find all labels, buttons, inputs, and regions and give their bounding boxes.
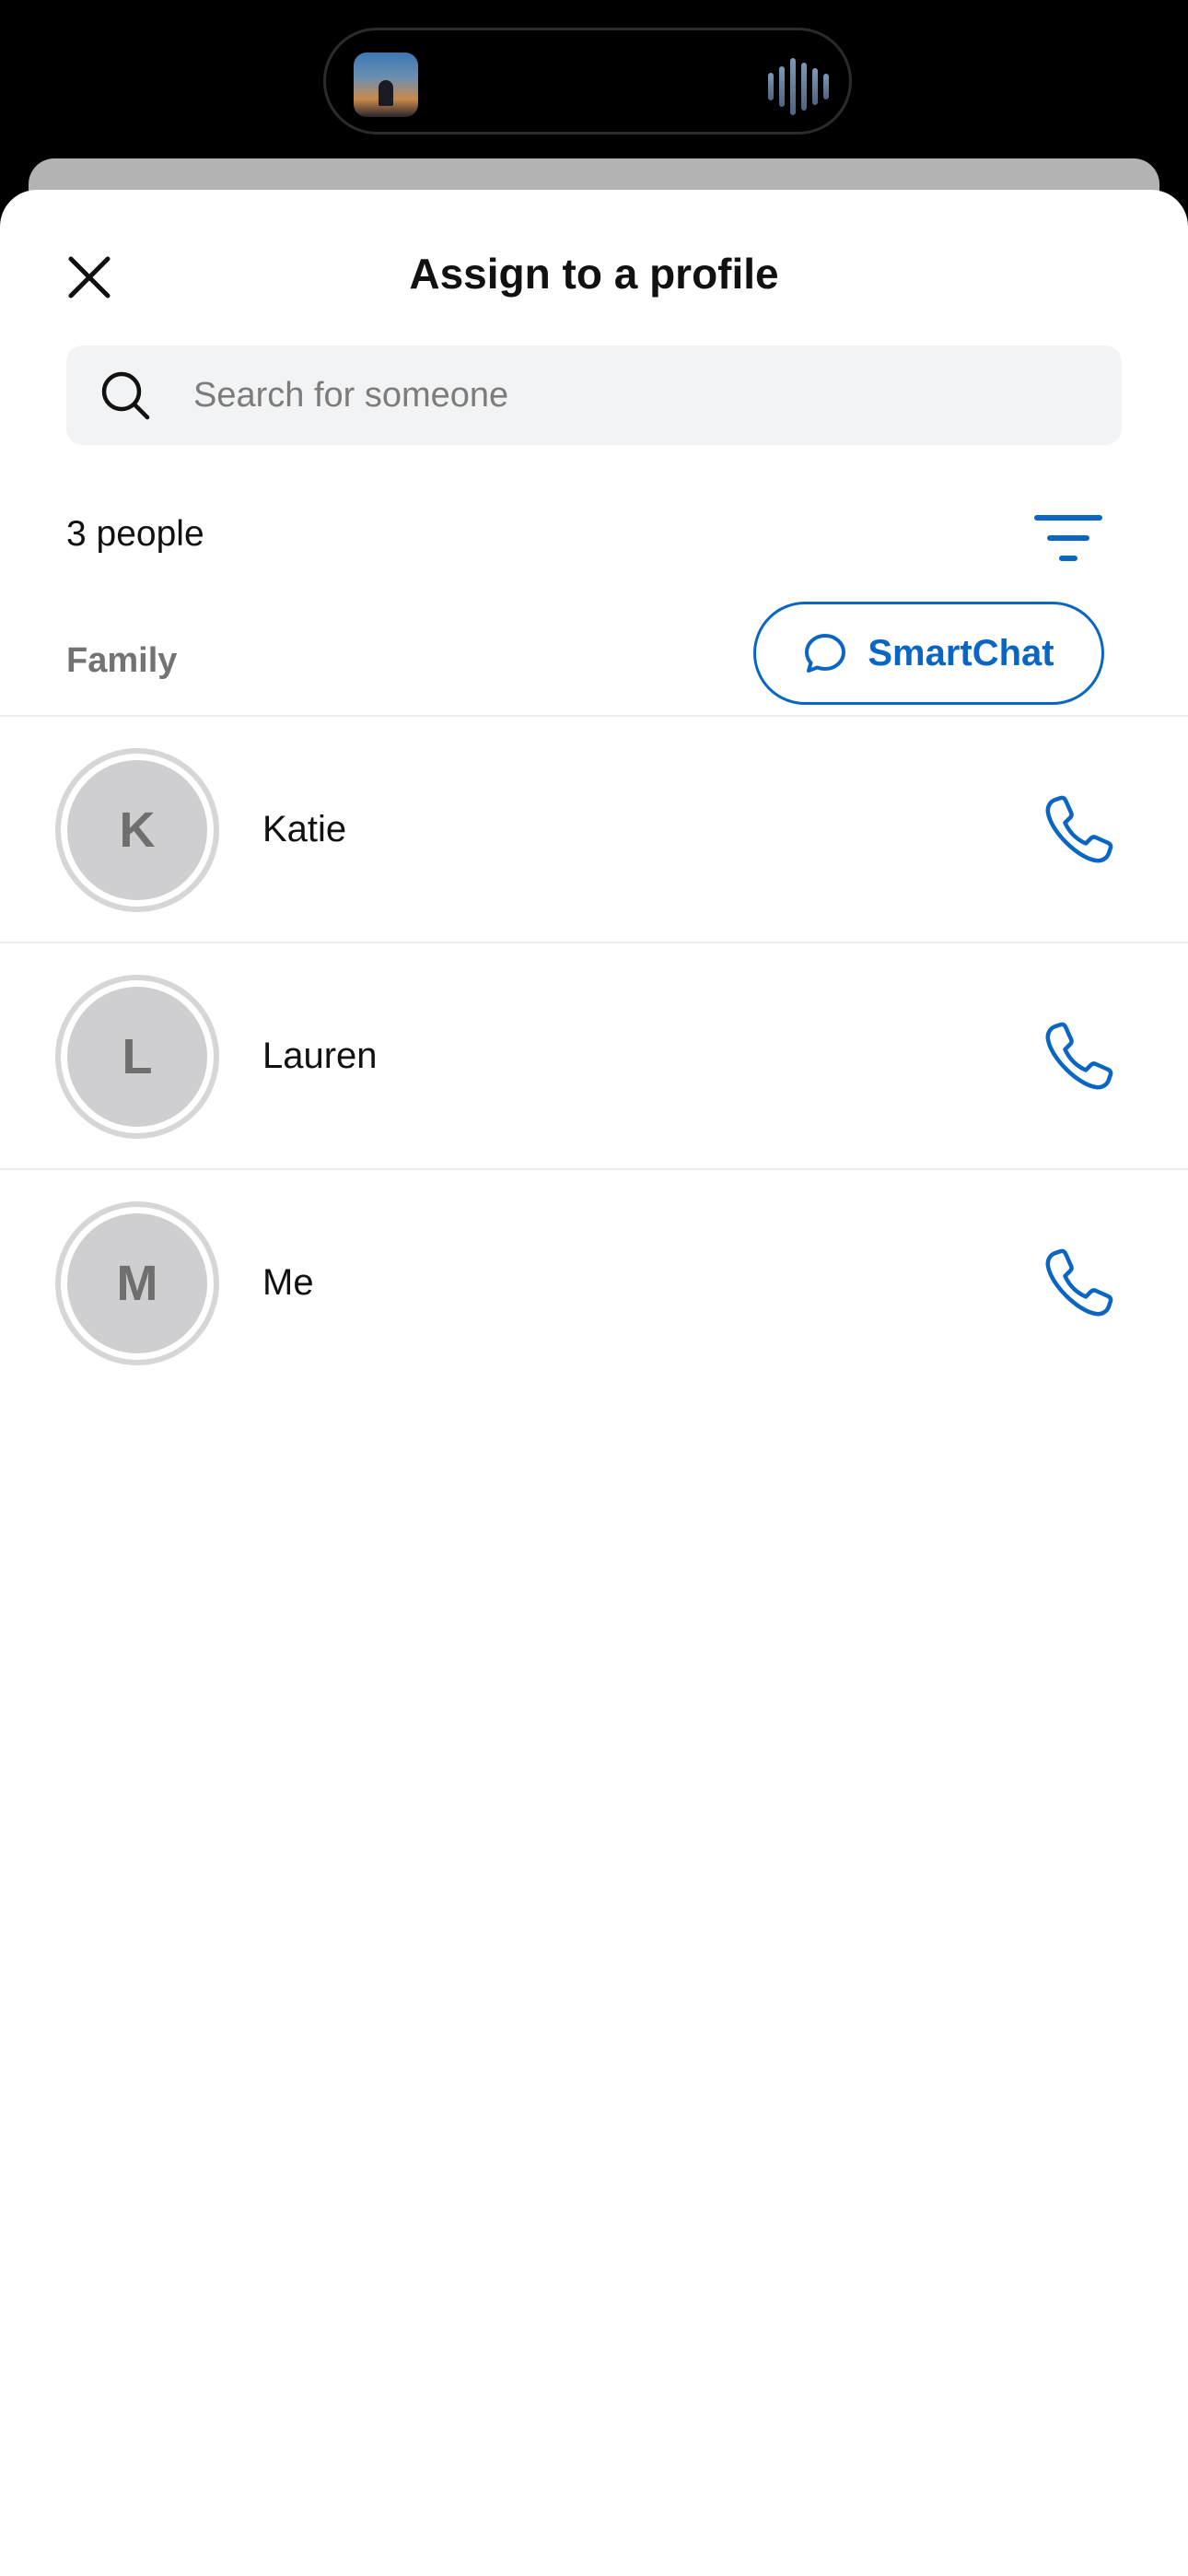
list-item[interactable]: L Lauren: [0, 943, 1188, 1168]
audio-waveform-icon: [766, 58, 831, 115]
avatar: K: [55, 748, 219, 912]
person-name: Me: [262, 1262, 314, 1303]
filter-icon: [1034, 515, 1102, 561]
search-input[interactable]: [193, 345, 1096, 445]
page-title: Assign to a profile: [409, 250, 779, 298]
call-button[interactable]: [1042, 1246, 1116, 1319]
smartchat-label: SmartChat: [868, 632, 1054, 673]
list-item[interactable]: K Katie: [0, 717, 1188, 942]
phone-icon: [1045, 1022, 1113, 1090]
filter-button[interactable]: [1031, 510, 1105, 566]
dynamic-island[interactable]: [323, 28, 852, 135]
now-playing-artwork: [354, 53, 418, 117]
phone-icon: [1045, 1248, 1113, 1317]
avatar: M: [55, 1201, 219, 1365]
search-icon: [101, 371, 150, 420]
person-name: Lauren: [262, 1036, 378, 1076]
call-button[interactable]: [1042, 1019, 1116, 1093]
call-button[interactable]: [1042, 792, 1116, 866]
avatar: L: [55, 975, 219, 1139]
phone-icon: [1045, 795, 1113, 863]
group-label: Family: [66, 641, 178, 680]
avatar-initial: M: [67, 1213, 207, 1353]
smartchat-button[interactable]: SmartChat: [753, 602, 1104, 705]
people-count: 3 people: [66, 514, 204, 554]
avatar-initial: K: [67, 760, 207, 900]
chat-bubble-icon: [805, 634, 846, 673]
list-item[interactable]: M Me: [0, 1170, 1188, 1395]
assign-profile-sheet: Assign to a profile 3 people Family Smar…: [0, 190, 1188, 2576]
person-name: Katie: [262, 809, 347, 849]
search-bar[interactable]: [66, 345, 1122, 445]
avatar-initial: L: [67, 987, 207, 1127]
